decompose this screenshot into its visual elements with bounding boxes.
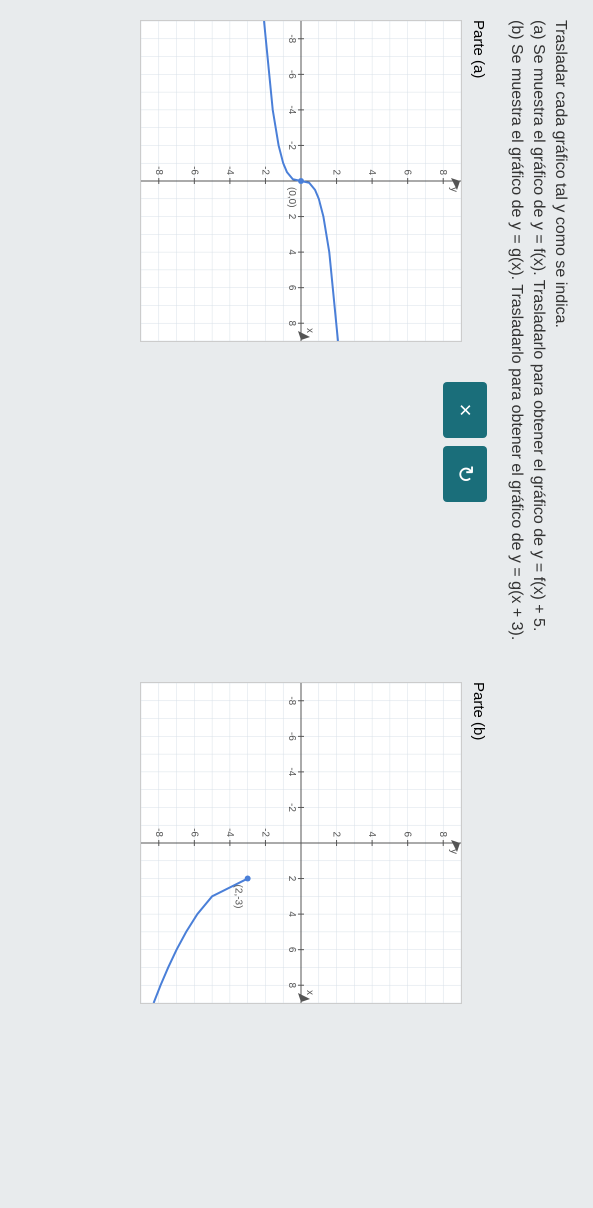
- svg-text:6: 6: [286, 947, 297, 953]
- parte-a-label: Parte (a): [470, 20, 487, 342]
- graph-parte-a[interactable]: x y -8 -6 -4 -2 2 4 6 8 -8 -6 -4 -2 2 4 6 8 (0,0): [140, 20, 462, 342]
- problem-statement: Trasladar cada gráfico tal y como se ind…: [507, 20, 569, 1180]
- svg-text:-8: -8: [153, 828, 164, 837]
- svg-text:-4: -4: [224, 166, 235, 175]
- problem-part-b: (b) Se muestra el gráfico de y = g(x). T…: [507, 20, 525, 1180]
- close-icon: ×: [452, 404, 478, 417]
- svg-text:4: 4: [366, 169, 377, 175]
- svg-text:-2: -2: [259, 828, 270, 837]
- problem-part-a: (a) Se muestra el gráfico de y = f(x). T…: [529, 20, 547, 1180]
- svg-text:8: 8: [437, 169, 448, 175]
- svg-text:2: 2: [286, 876, 297, 882]
- svg-text:2: 2: [286, 214, 297, 220]
- svg-text:-2: -2: [286, 803, 297, 812]
- svg-text:8: 8: [286, 320, 297, 326]
- svg-text:6: 6: [402, 169, 413, 175]
- problem-intro: Trasladar cada gráfico tal y como se ind…: [551, 20, 569, 1180]
- svg-text:-8: -8: [153, 166, 164, 175]
- svg-text:y: y: [448, 849, 459, 854]
- svg-text:-6: -6: [286, 732, 297, 741]
- svg-text:y: y: [448, 187, 459, 192]
- svg-text:4: 4: [286, 249, 297, 255]
- svg-text:(2,-3): (2,-3): [233, 885, 244, 909]
- svg-text:4: 4: [366, 831, 377, 837]
- svg-text:6: 6: [402, 831, 413, 837]
- svg-text:4: 4: [286, 911, 297, 917]
- svg-text:-4: -4: [286, 767, 297, 776]
- svg-text:-8: -8: [286, 34, 297, 43]
- svg-text:-2: -2: [286, 141, 297, 150]
- svg-text:-6: -6: [188, 166, 199, 175]
- svg-text:-6: -6: [188, 828, 199, 837]
- svg-text:-4: -4: [224, 828, 235, 837]
- svg-text:-6: -6: [286, 70, 297, 79]
- svg-text:8: 8: [286, 982, 297, 988]
- svg-text:-8: -8: [286, 696, 297, 705]
- svg-text:x: x: [304, 328, 315, 333]
- svg-text:(0,0): (0,0): [286, 187, 297, 208]
- close-button[interactable]: ×: [443, 382, 487, 438]
- svg-text:8: 8: [437, 831, 448, 837]
- svg-text:-2: -2: [259, 166, 270, 175]
- svg-text:-4: -4: [286, 105, 297, 114]
- svg-text:x: x: [304, 990, 315, 995]
- parte-b-label: Parte (b): [470, 682, 487, 1004]
- graph-parte-b[interactable]: x y -8 -6 -4 -2 2 4 6 8 -8 -6 -4 -2 2 4 6 8 (2,-3): [140, 682, 462, 1004]
- reset-icon: ↻: [452, 465, 478, 483]
- svg-text:2: 2: [331, 169, 342, 175]
- svg-text:2: 2: [331, 831, 342, 837]
- svg-text:6: 6: [286, 285, 297, 291]
- reset-button[interactable]: ↻: [443, 446, 487, 502]
